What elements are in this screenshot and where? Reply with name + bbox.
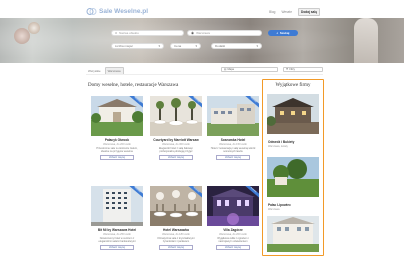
- featured-company-photo[interactable]: [267, 94, 319, 134]
- see-more-button[interactable]: Zobacz więcej: [216, 155, 250, 160]
- capacity-select-value: Liczba miejsc: [115, 44, 134, 48]
- see-more-button[interactable]: Zobacz więcej: [159, 155, 193, 160]
- venue-card[interactable]: Polecane Hotel Warszawka Warszawa, do 18…: [150, 186, 202, 250]
- see-more-button[interactable]: Zobacz więcej: [159, 245, 193, 250]
- venue-location: Warszawa, do 150 osób: [219, 142, 247, 146]
- extras-select[interactable]: Dodatki ▾: [211, 43, 262, 49]
- venue-description: Klimatyczna sala z kryształowymi żyrando…: [157, 237, 195, 243]
- site-logo[interactable]: Sale Weselne.pl: [86, 7, 148, 16]
- featured-company-name[interactable]: Odwedź i Bukiety: [268, 140, 294, 144]
- building-icon: ⌂: [115, 31, 118, 35]
- price-select-value: Cena: [174, 44, 182, 48]
- tag-all[interactable]: Wszystkie: [86, 68, 103, 74]
- logo-text: Sale Weselne.pl: [99, 8, 149, 15]
- venue-name-placeholder: Nazwa obiektu: [119, 31, 139, 35]
- venue-description: Przestronne sale w otoczeniu zieleni, id…: [96, 147, 138, 153]
- rings-icon: [86, 7, 97, 16]
- featured-company-name[interactable]: Pałac Lipowiec: [268, 203, 291, 207]
- divider: [86, 74, 323, 75]
- search-button[interactable]: ⌕ Szukaj: [268, 30, 298, 36]
- featured-companies-title: Wyjątkowe firmy: [275, 82, 311, 88]
- hero-dress-decoration: [354, 18, 378, 63]
- city-input[interactable]: ◉ Warszawa: [187, 30, 262, 36]
- venue-location: Warszawa, do 200 osób: [103, 142, 131, 146]
- map-button-label: Mapa: [227, 67, 234, 71]
- venue-location: Warszawa, do 250 osób: [103, 232, 131, 236]
- see-more-button[interactable]: Zobacz więcej: [100, 245, 134, 250]
- venue-location: Warszawa, do 300 osób: [162, 142, 190, 146]
- venue-photo[interactable]: Polecane: [91, 96, 143, 136]
- map-icon: ▤: [224, 67, 227, 71]
- chevron-down-icon: ▾: [256, 44, 258, 48]
- see-more-button[interactable]: Zobacz więcej: [216, 245, 250, 250]
- see-more-button[interactable]: Zobacz więcej: [100, 155, 134, 160]
- city-value: Warszawa: [196, 31, 210, 35]
- chevron-down-icon: ▾: [195, 44, 197, 48]
- extras-select-value: Dodatki: [215, 44, 226, 48]
- section-title: Domy weselne, hotele, restauracje Warsza…: [88, 83, 179, 88]
- filter-icon: ☰: [286, 67, 289, 71]
- venue-card[interactable]: Polecane Courtyard by Marriott Warsaw Wa…: [150, 96, 202, 160]
- search-icon: ⌕: [276, 31, 279, 35]
- featured-company-photo[interactable]: [267, 157, 319, 197]
- venue-name[interactable]: Bit Mi by Warszawa Hotel: [91, 228, 143, 232]
- venue-location: Warszawa, do 200 osób: [219, 232, 247, 236]
- hero-banner: [0, 18, 404, 63]
- map-button[interactable]: ▤ Mapa: [221, 67, 278, 72]
- chevron-down-icon: ▾: [158, 44, 160, 48]
- filters-button-label: Filtry: [289, 67, 295, 71]
- venue-photo[interactable]: Polecane: [91, 186, 143, 226]
- venue-card[interactable]: Polecane Sosnowka Hotel Warszawa, do 150…: [207, 96, 259, 160]
- venue-name[interactable]: Courtyard by Marriott Warsaw: [150, 138, 202, 142]
- capacity-select[interactable]: Liczba miejsc ▾: [111, 43, 164, 49]
- venue-name[interactable]: Villa Zagórze: [207, 228, 259, 232]
- nav-wesele[interactable]: Wesele: [281, 10, 292, 14]
- venue-description: Hotel z restauracją i salą weselną wśród…: [210, 147, 256, 153]
- venue-name[interactable]: Hotel Warszawka: [150, 228, 202, 232]
- venue-description: Elegancki hotel z salą balową i profesjo…: [158, 147, 194, 153]
- search-button-label: Szukaj: [279, 31, 290, 35]
- venue-description: Nowoczesny hotel w centrum z eleganckimi…: [98, 237, 136, 243]
- venue-name[interactable]: Sosnowka Hotel: [207, 138, 259, 142]
- filters-button[interactable]: ☰ Filtry: [283, 67, 323, 72]
- venue-photo[interactable]: Polecane: [150, 186, 202, 226]
- venue-name[interactable]: Pałacyk Otwock: [91, 138, 143, 142]
- venue-card[interactable]: Polecane Pałacyk Otwock Warszawa, do 200…: [91, 96, 143, 160]
- featured-company-location: Warszawa: [268, 207, 280, 211]
- nav-blog[interactable]: Blog: [269, 10, 275, 14]
- venue-card[interactable]: Polecane Bit Mi by Warszawa Hotel Warsza…: [91, 186, 143, 250]
- add-venue-button[interactable]: Dodaj salę: [298, 7, 320, 16]
- featured-company-location: Warszawa, kwiaty: [268, 144, 288, 148]
- venue-photo[interactable]: Polecane: [207, 96, 259, 136]
- location-pin-icon: ◉: [191, 31, 195, 35]
- top-nav: Blog Wesele Dodaj salę: [269, 7, 320, 16]
- venue-photo[interactable]: Polecane: [207, 186, 259, 226]
- venue-photo[interactable]: Polecane: [150, 96, 202, 136]
- venue-location: Warszawa, do 180 osób: [162, 232, 190, 236]
- featured-company-photo[interactable]: [267, 216, 319, 252]
- hero-flower-decoration-2: [28, 22, 40, 34]
- venue-name-input[interactable]: ⌂ Nazwa obiektu: [111, 30, 184, 36]
- price-select[interactable]: Cena ▾: [170, 43, 201, 49]
- venue-description: Wyjątkowa willa z ogrodem i nastrojowym …: [217, 237, 249, 243]
- venue-card[interactable]: Polecane Villa Zagórze Warszawa, do 200 …: [207, 186, 259, 250]
- featured-companies-panel: Wyjątkowe firmy Odwedź i Bukiety Warszaw…: [262, 79, 324, 256]
